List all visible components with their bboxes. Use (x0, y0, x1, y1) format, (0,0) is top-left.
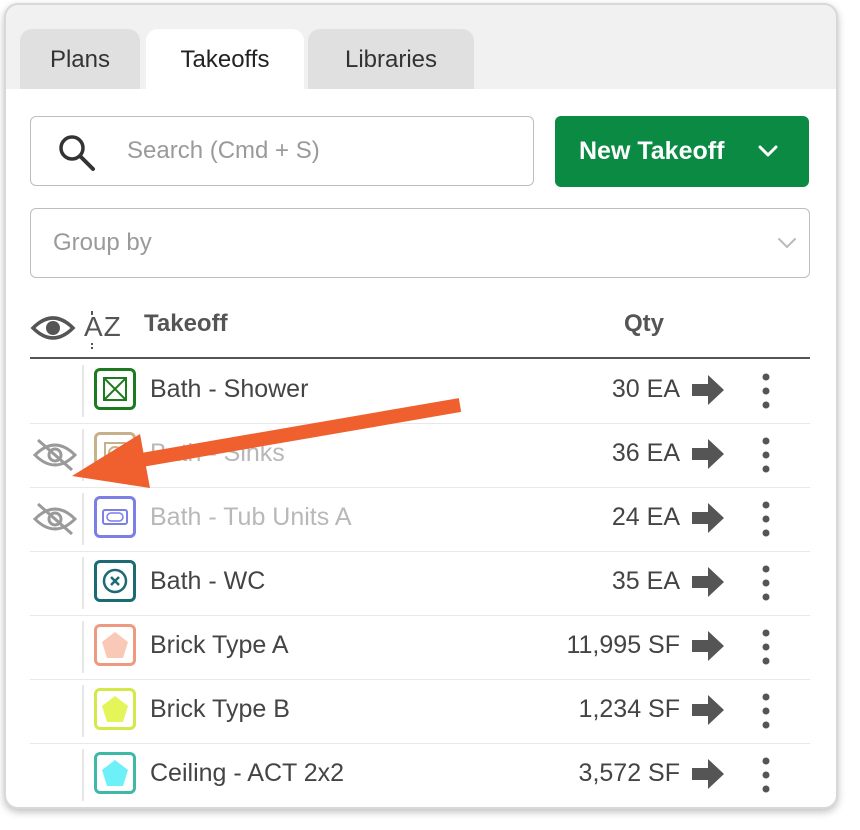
takeoff-qty: 1,234 SF (578, 695, 680, 723)
takeoff-name: Brick Type B (150, 695, 290, 723)
takeoff-name: Bath - Shower (150, 375, 309, 403)
group-by-select[interactable]: Group by (30, 208, 810, 278)
more-options-icon[interactable] (756, 691, 776, 731)
tab-libraries[interactable]: Libraries (308, 29, 474, 91)
column-takeoff-header[interactable]: Takeoff (144, 310, 228, 338)
sink-icon (94, 432, 136, 474)
sort-az-button[interactable]: AZ (84, 309, 128, 353)
more-options-icon[interactable] (756, 499, 776, 539)
takeoff-qty: 24 EA (611, 503, 680, 531)
chevron-down-icon (758, 145, 778, 157)
new-takeoff-button[interactable]: New Takeoff (555, 116, 809, 187)
table-row[interactable]: Bath - Shower 30 EA (30, 359, 810, 424)
row-divider (82, 685, 84, 737)
takeoff-qty: 35 EA (611, 567, 680, 595)
row-divider (82, 557, 84, 609)
takeoff-name: Bath - Tub Units A (150, 503, 352, 531)
arrow-right-icon[interactable] (690, 564, 726, 600)
takeoff-qty: 3,572 SF (578, 759, 680, 787)
more-options-icon[interactable] (756, 627, 776, 667)
takeoff-name: Bath - Sinks (150, 439, 285, 467)
group-by-placeholder: Group by (53, 229, 152, 256)
table-row[interactable]: Bath - Tub Units A 24 EA (30, 487, 810, 552)
circle-x-icon (94, 560, 136, 602)
new-takeoff-label: New Takeoff (579, 137, 725, 165)
arrow-right-icon[interactable] (690, 372, 726, 408)
table-row[interactable]: Bath - WC 35 EA (30, 551, 810, 616)
row-divider (82, 749, 84, 801)
eye-hidden-icon[interactable] (32, 437, 78, 473)
arrow-right-icon[interactable] (690, 436, 726, 472)
takeoff-qty: 11,995 SF (566, 631, 680, 659)
arrow-right-icon[interactable] (690, 628, 726, 664)
search-box[interactable] (30, 116, 534, 186)
arrow-right-icon[interactable] (690, 756, 726, 792)
takeoff-name: Bath - WC (150, 567, 266, 595)
column-qty-header[interactable]: Qty (624, 310, 664, 338)
crossed-box-icon (94, 368, 136, 410)
takeoff-name: Ceiling - ACT 2x2 (150, 759, 345, 787)
tab-takeoffs[interactable]: Takeoffs (146, 29, 304, 91)
arrow-right-icon[interactable] (690, 500, 726, 536)
takeoff-qty: 30 EA (611, 375, 680, 403)
chevron-down-icon (778, 238, 796, 249)
table-row[interactable]: Bath - Sinks 36 EA (30, 423, 810, 488)
tub-icon (94, 496, 136, 538)
sort-arrow-icon (91, 311, 93, 351)
row-divider (82, 429, 84, 481)
more-options-icon[interactable] (756, 435, 776, 475)
takeoff-panel: Plans Takeoffs Libraries New Takeoff Gro… (4, 3, 838, 809)
search-icon (59, 135, 95, 171)
more-options-icon[interactable] (756, 755, 776, 795)
eye-hidden-icon[interactable] (32, 501, 78, 537)
tab-plans[interactable]: Plans (20, 29, 140, 91)
visibility-eye-icon[interactable] (30, 311, 76, 345)
pentagon-icon (94, 752, 136, 794)
arrow-right-icon[interactable] (690, 692, 726, 728)
pentagon-icon (94, 688, 136, 730)
row-divider (82, 365, 84, 417)
more-options-icon[interactable] (756, 371, 776, 411)
takeoff-name: Brick Type A (150, 631, 289, 659)
table-row[interactable]: Brick Type A 11,995 SF (30, 615, 810, 680)
table-row[interactable]: Ceiling - ACT 2x2 3,572 SF (30, 743, 810, 807)
row-divider (82, 493, 84, 545)
pentagon-icon (94, 624, 136, 666)
more-options-icon[interactable] (756, 563, 776, 603)
search-input[interactable] (125, 127, 519, 175)
takeoff-qty: 36 EA (611, 439, 680, 467)
table-row[interactable]: Brick Type B 1,234 SF (30, 679, 810, 744)
row-divider (82, 621, 84, 673)
